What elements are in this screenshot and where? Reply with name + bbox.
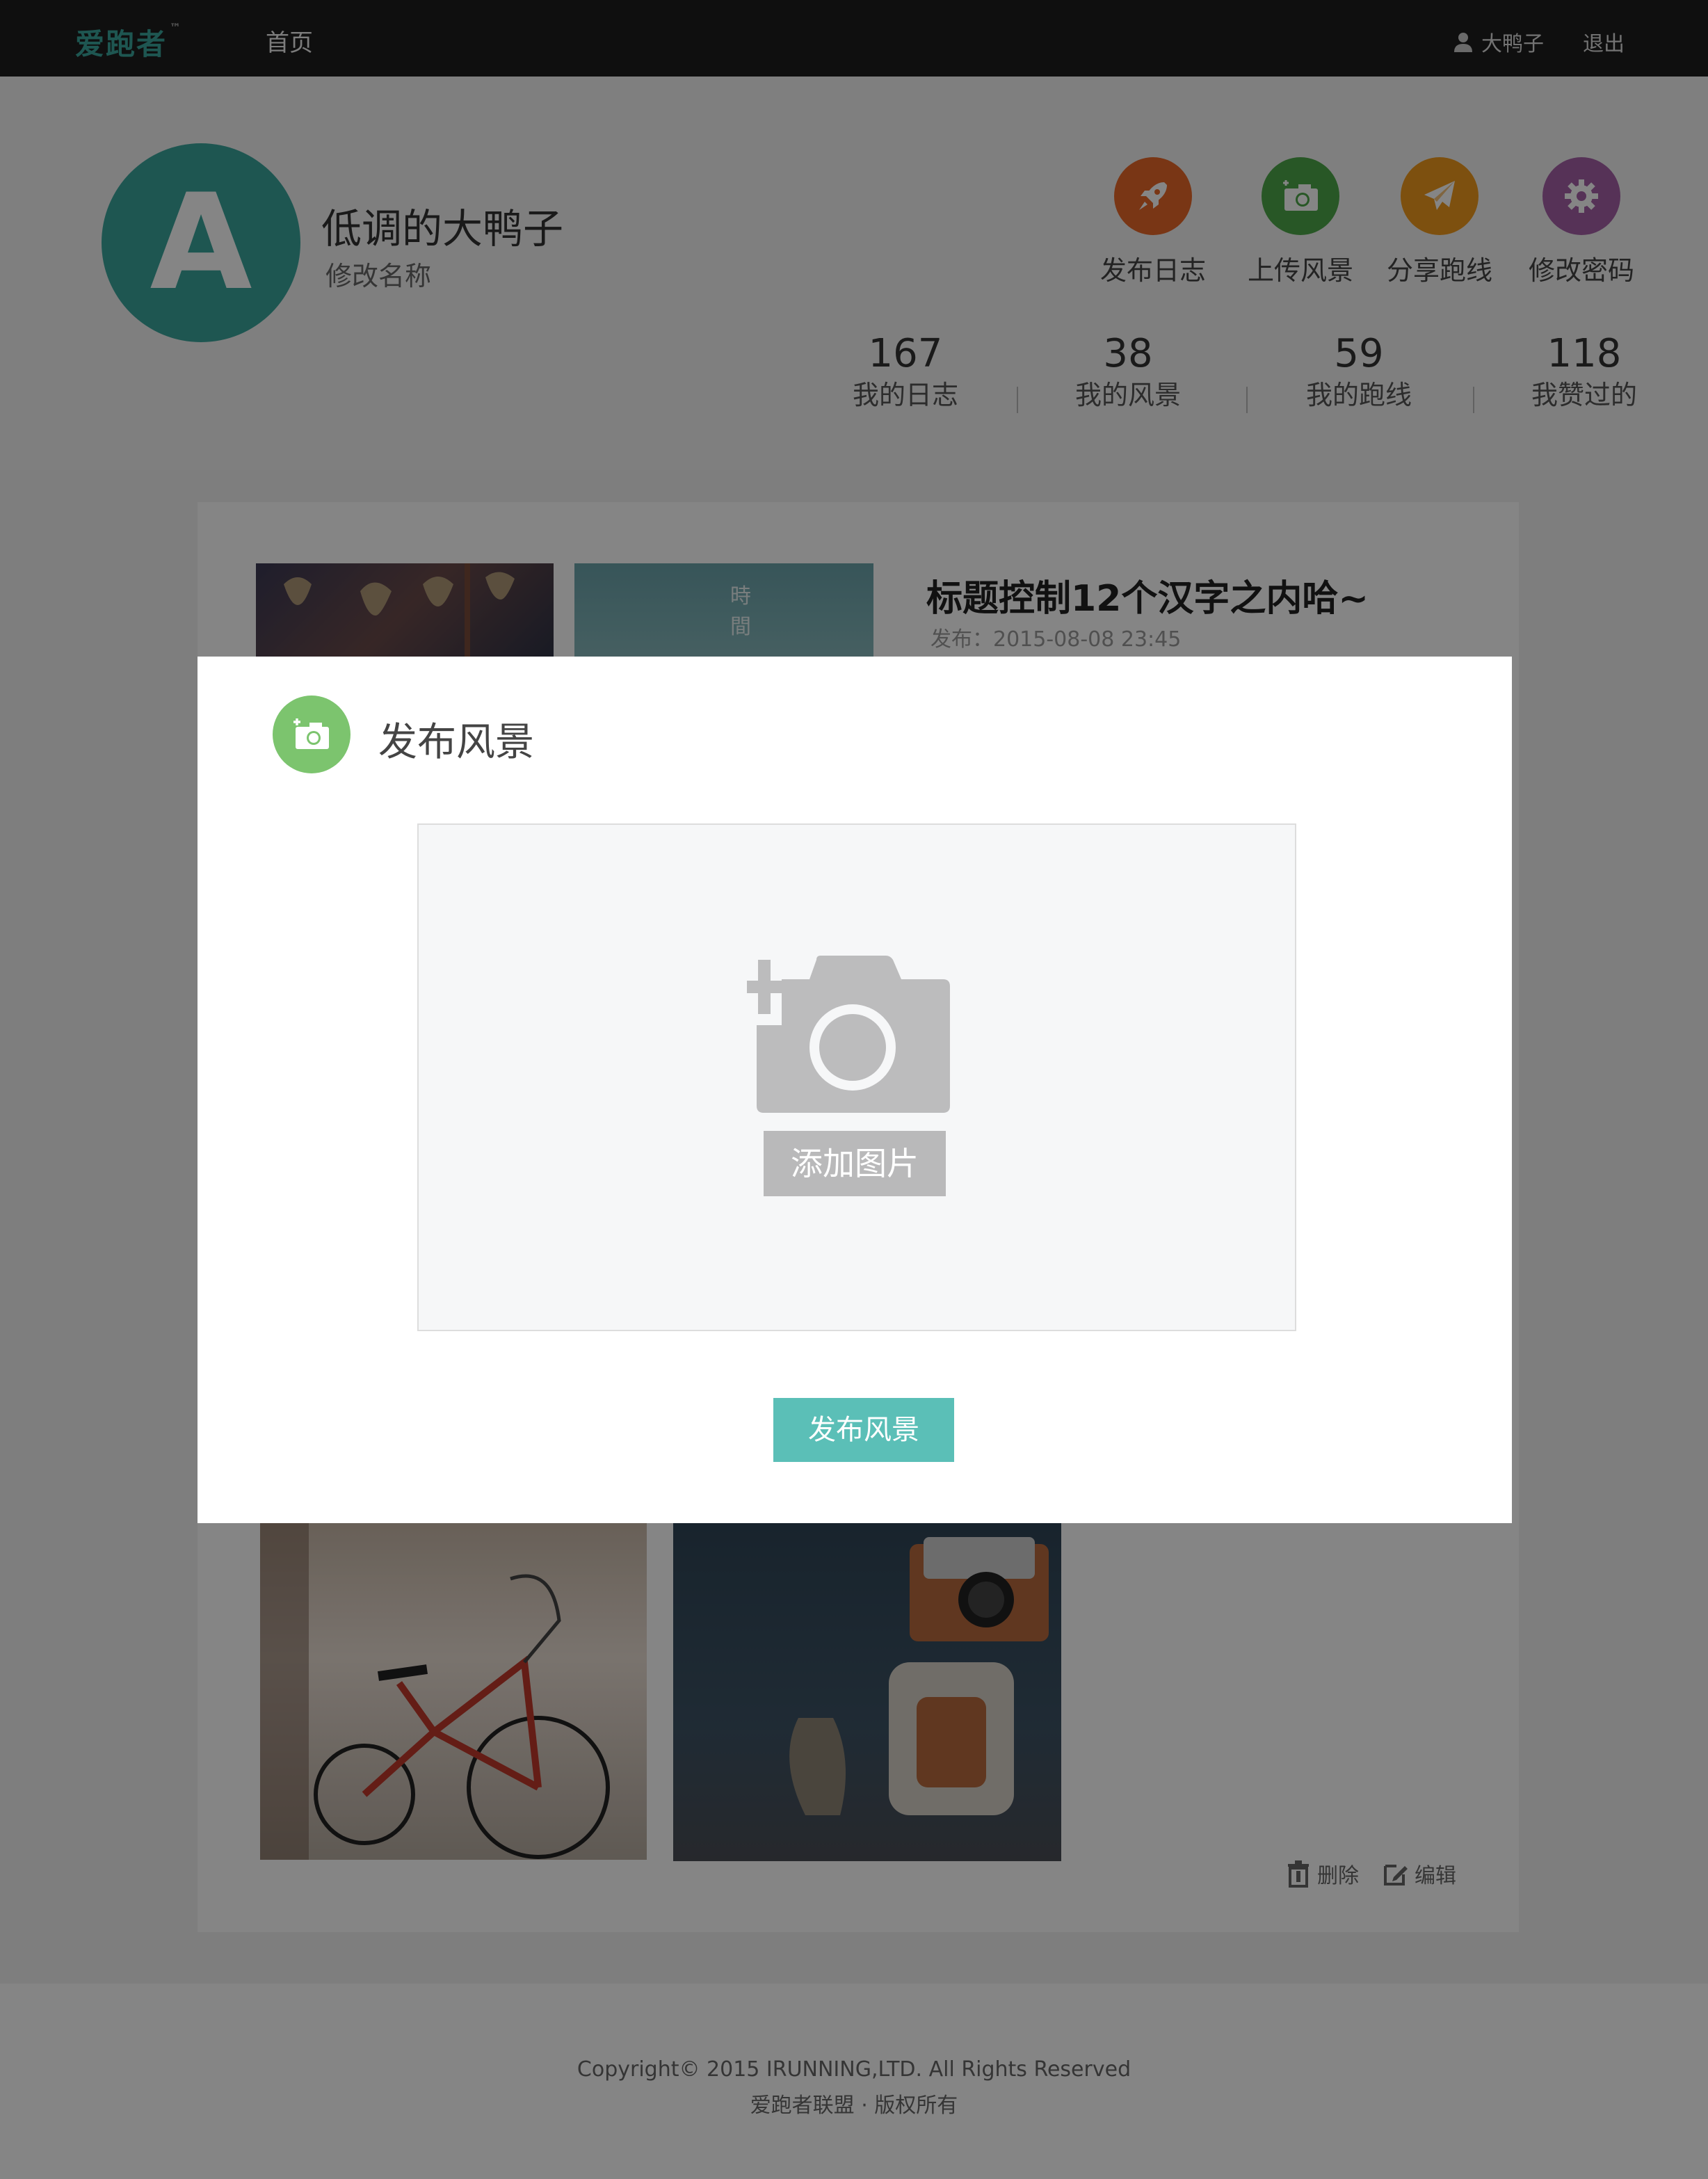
- camera-plus-icon: [273, 695, 351, 773]
- image-dropzone[interactable]: [417, 823, 1296, 1331]
- add-image-button[interactable]: 添加图片: [764, 1131, 946, 1196]
- add-photo-icon: [747, 956, 950, 1113]
- modal-title: 发布风景: [378, 720, 534, 765]
- publish-scenery-button[interactable]: 发布风景: [773, 1398, 954, 1462]
